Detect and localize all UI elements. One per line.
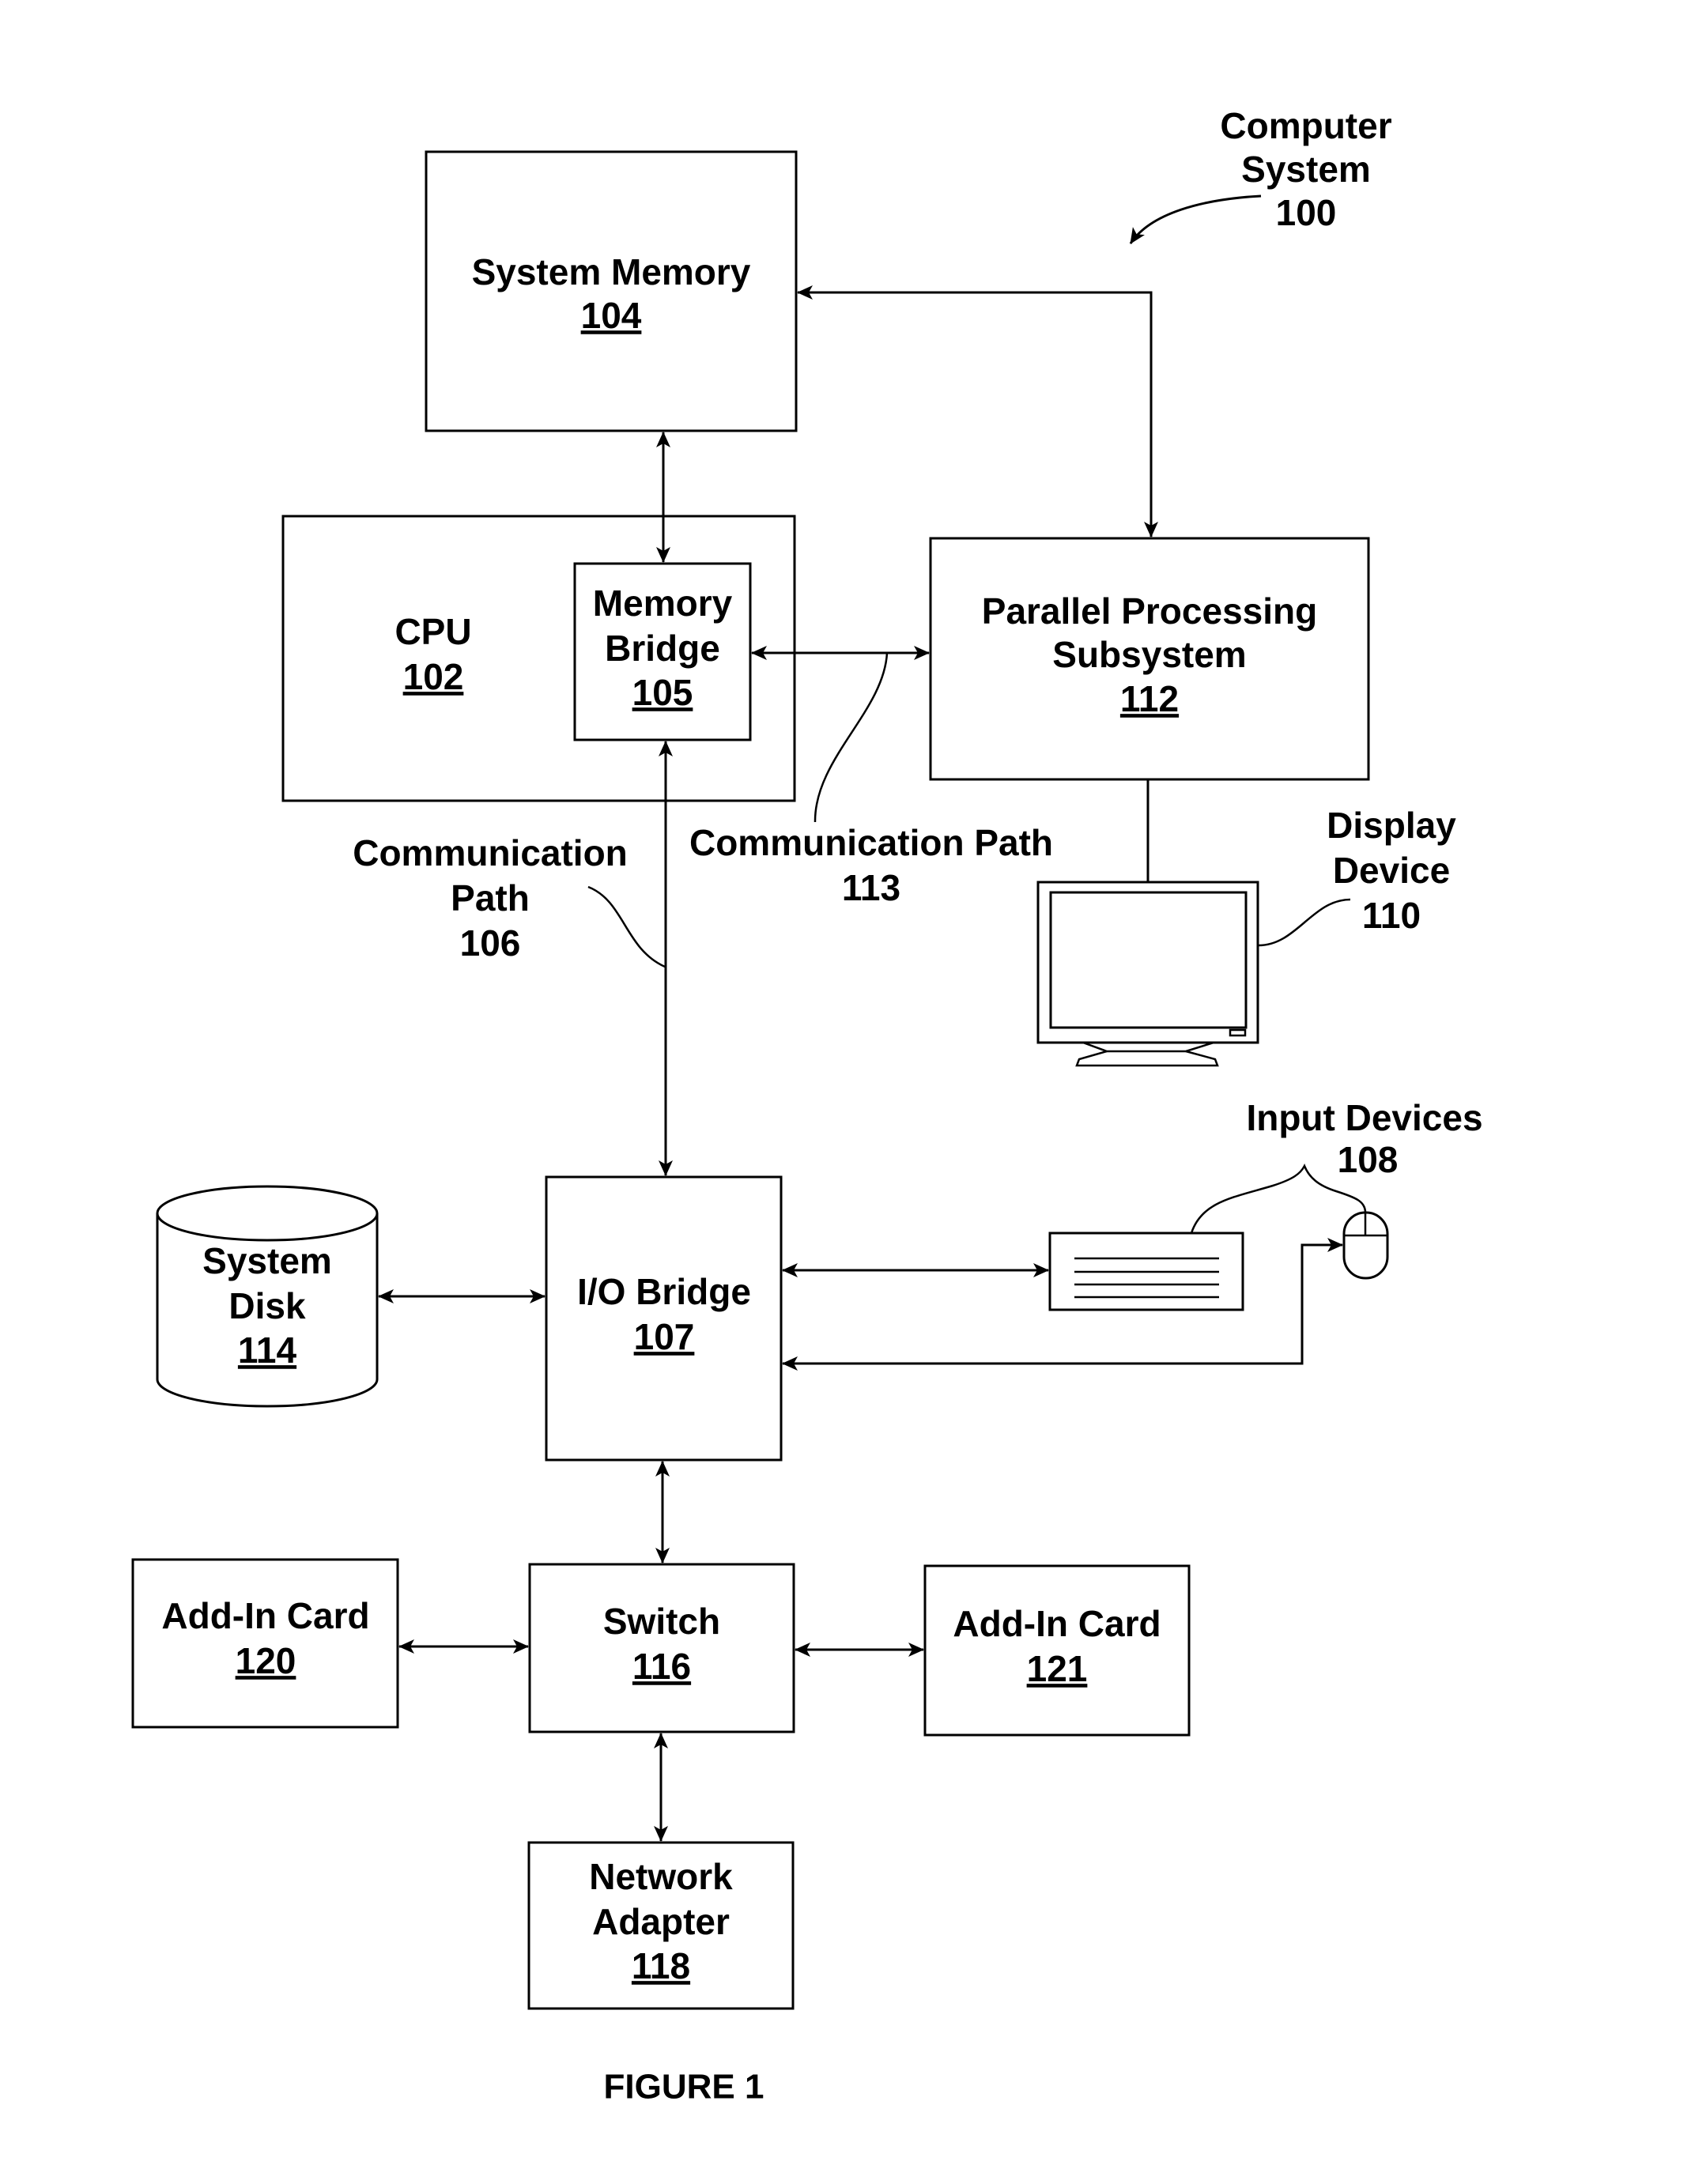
network-adapter-label-2: Adapter	[592, 1901, 730, 1942]
input-devices: Input Devices 108	[1048, 1097, 1483, 1311]
cpu-label: CPU	[394, 611, 471, 652]
system-memory-ref: 104	[581, 295, 642, 336]
add-in-card-120-label: Add-In Card	[161, 1595, 369, 1636]
memory-bridge-block: Memory Bridge 105	[573, 562, 752, 741]
display-device: Display Device 110	[1036, 805, 1456, 1067]
memory-bridge-ref: 105	[632, 672, 693, 713]
add-in-card-120-ref: 120	[236, 1640, 296, 1681]
comm-path-106-label-1: Communication	[353, 832, 628, 873]
network-adapter-ref: 118	[632, 1945, 690, 1986]
mouse-icon	[1342, 1211, 1389, 1280]
keyboard-icon	[1048, 1232, 1244, 1311]
network-adapter-block: Network Adapter 118	[527, 1841, 795, 2010]
io-bridge-label: I/O Bridge	[577, 1271, 751, 1312]
add-in-card-121-label: Add-In Card	[953, 1603, 1161, 1644]
display-device-ref: 110	[1362, 895, 1421, 936]
input-devices-label: Input Devices	[1246, 1097, 1482, 1138]
comm-path-113-leader	[814, 652, 889, 823]
switch-block: Switch 116	[528, 1563, 795, 1733]
cpu-ref: 102	[403, 656, 464, 697]
memory-bridge-label-2: Bridge	[605, 628, 720, 669]
network-adapter-label-1: Network	[589, 1856, 733, 1897]
system-memory-label: System Memory	[472, 251, 751, 292]
switch-label: Switch	[603, 1601, 720, 1642]
system-disk-block: System Disk 114	[156, 1185, 379, 1408]
display-device-label-2: Device	[1333, 850, 1450, 891]
comm-path-106-label-2: Path	[451, 877, 530, 918]
add-in-card-120-block: Add-In Card 120	[131, 1558, 399, 1729]
add-in-card-121-block: Add-In Card 121	[923, 1564, 1191, 1737]
io-bridge-block: I/O Bridge 107	[545, 1175, 783, 1462]
comm-path-106-leader	[587, 885, 666, 968]
computer-system-label-1: Computer	[1220, 105, 1391, 146]
system-disk-ref: 114	[238, 1330, 297, 1371]
parallel-processing-label-1: Parallel Processing	[982, 590, 1317, 632]
monitor-icon	[1036, 881, 1259, 1067]
system-disk-label-1: System	[202, 1240, 332, 1281]
input-devices-ref: 108	[1338, 1139, 1399, 1180]
io-bridge-ref: 107	[634, 1316, 695, 1357]
display-device-leader	[1258, 898, 1351, 947]
parallel-processing-block: Parallel Processing Subsystem 112	[929, 537, 1370, 781]
comm-path-106-ref: 106	[460, 922, 521, 964]
memory-bridge-label-1: Memory	[593, 583, 733, 624]
computer-system-callout: Computer System 100	[1129, 105, 1392, 244]
comm-path-106-callout: Communication Path 106	[353, 832, 666, 968]
parallel-processing-label-2: Subsystem	[1052, 634, 1246, 675]
comm-path-113-label: Communication Path	[689, 822, 1053, 863]
comm-path-113-ref: 113	[842, 867, 900, 908]
figure-caption: FIGURE 1	[604, 2068, 764, 2107]
computer-system-leader-arrow	[1129, 194, 1262, 244]
system-memory-block: System Memory 104	[425, 150, 798, 432]
add-in-card-121-ref: 121	[1027, 1648, 1088, 1689]
system-disk-label-2: Disk	[228, 1285, 306, 1326]
display-device-label-1: Display	[1327, 805, 1456, 846]
parallel-processing-ref: 112	[1120, 678, 1179, 719]
switch-ref: 116	[632, 1646, 691, 1687]
block-diagram: System Memory 104 CPU 102 Memory Bridge …	[131, 105, 1483, 2107]
computer-system-ref: 100	[1276, 192, 1337, 233]
computer-system-label-2: System	[1241, 149, 1371, 190]
connector-memory-to-pps	[797, 285, 1158, 538]
